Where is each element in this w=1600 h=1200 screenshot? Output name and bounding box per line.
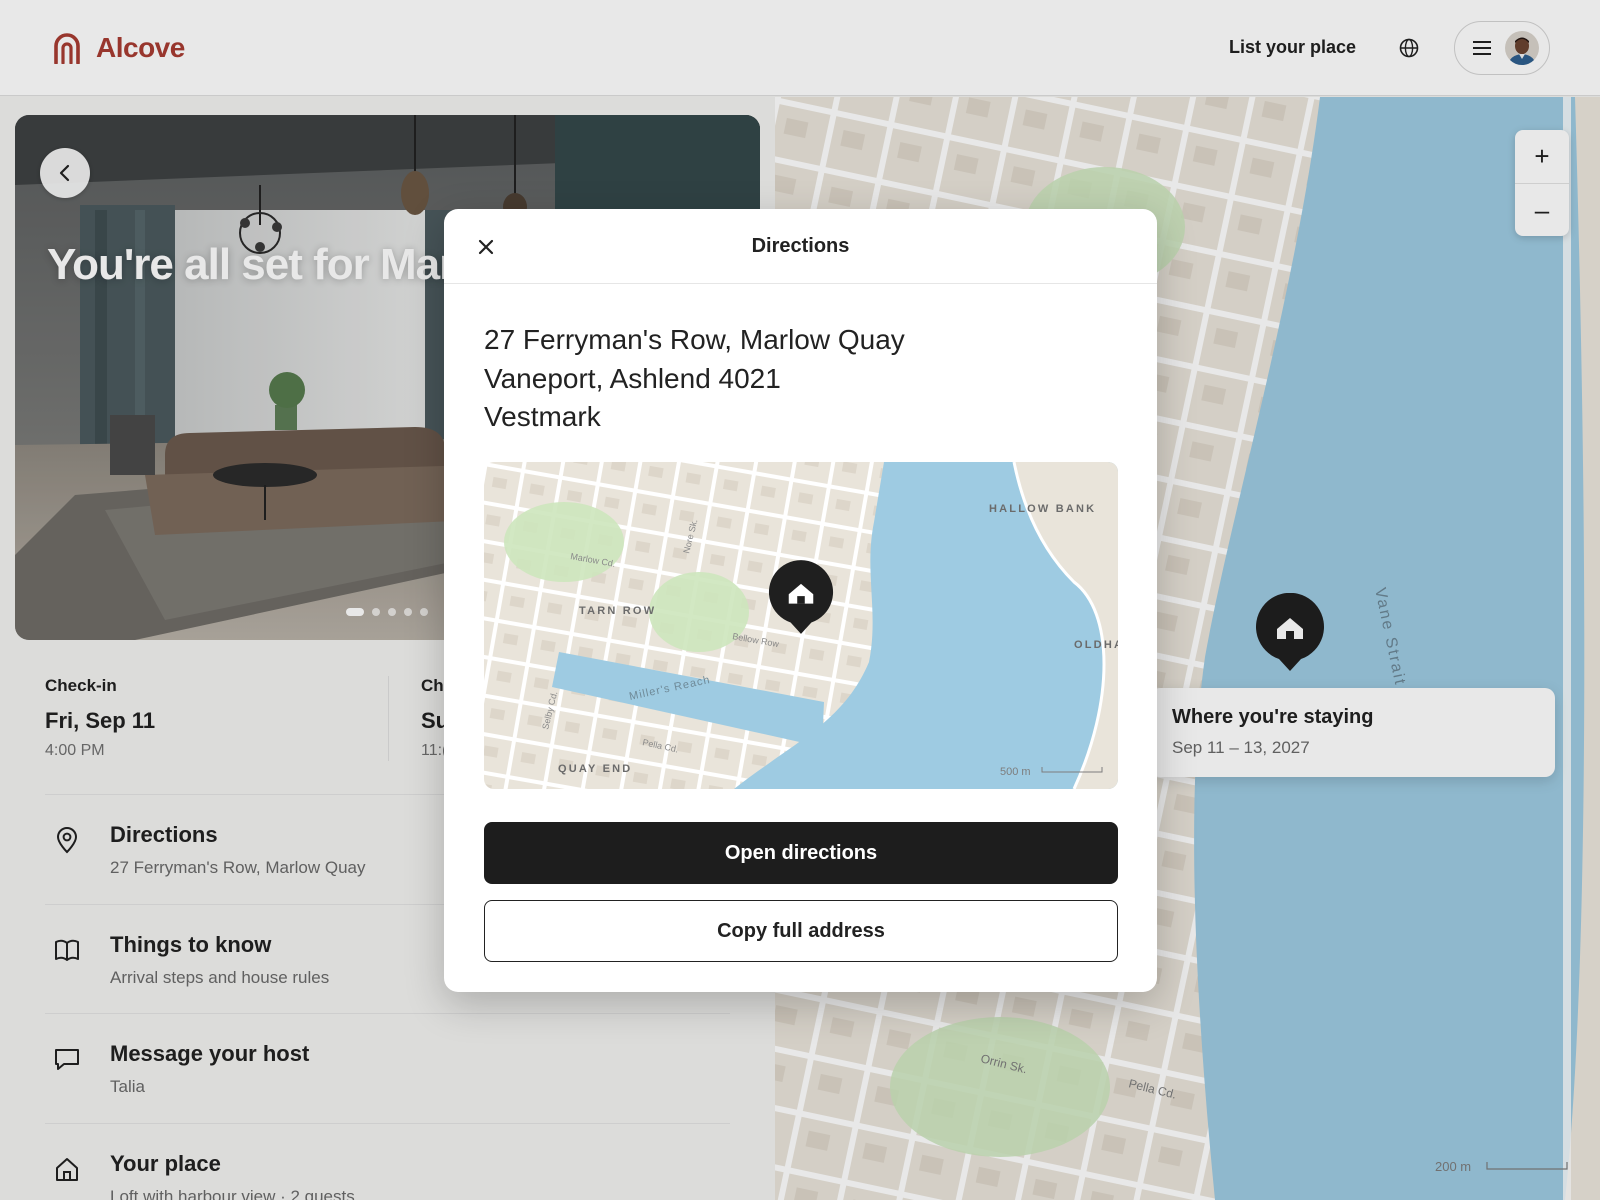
modal-header: Directions	[444, 209, 1157, 284]
open-directions-button[interactable]: Open directions	[484, 822, 1118, 884]
mini-map-home-pin[interactable]	[768, 560, 834, 636]
mini-map-area-label: HALLOW BANK	[989, 503, 1096, 515]
copy-address-button[interactable]: Copy full address	[484, 900, 1118, 962]
close-button[interactable]	[472, 233, 500, 261]
directions-modal: Directions 27 Ferryman's Row, Marlow Qua…	[444, 209, 1157, 992]
mini-map-area-label: TARN ROW	[579, 605, 656, 617]
address-line: Vaneport, Ashlend 4021	[484, 362, 781, 394]
full-address: 27 Ferryman's Row, Marlow Quay Vaneport,…	[484, 321, 905, 437]
close-icon	[478, 239, 494, 255]
mini-map-scale-label: 500 m	[1000, 766, 1031, 778]
address-line: Vestmark	[484, 401, 601, 432]
directions-mini-map[interactable]: HALLOW BANK TARN ROW OLDHA QUAY END Marl…	[484, 462, 1118, 789]
address-line: 27 Ferryman's Row, Marlow Quay	[484, 324, 905, 355]
mini-map-area-label: QUAY END	[558, 763, 632, 775]
modal-title: Directions	[751, 234, 850, 257]
mini-map-area-label: OLDHA	[1074, 639, 1118, 651]
